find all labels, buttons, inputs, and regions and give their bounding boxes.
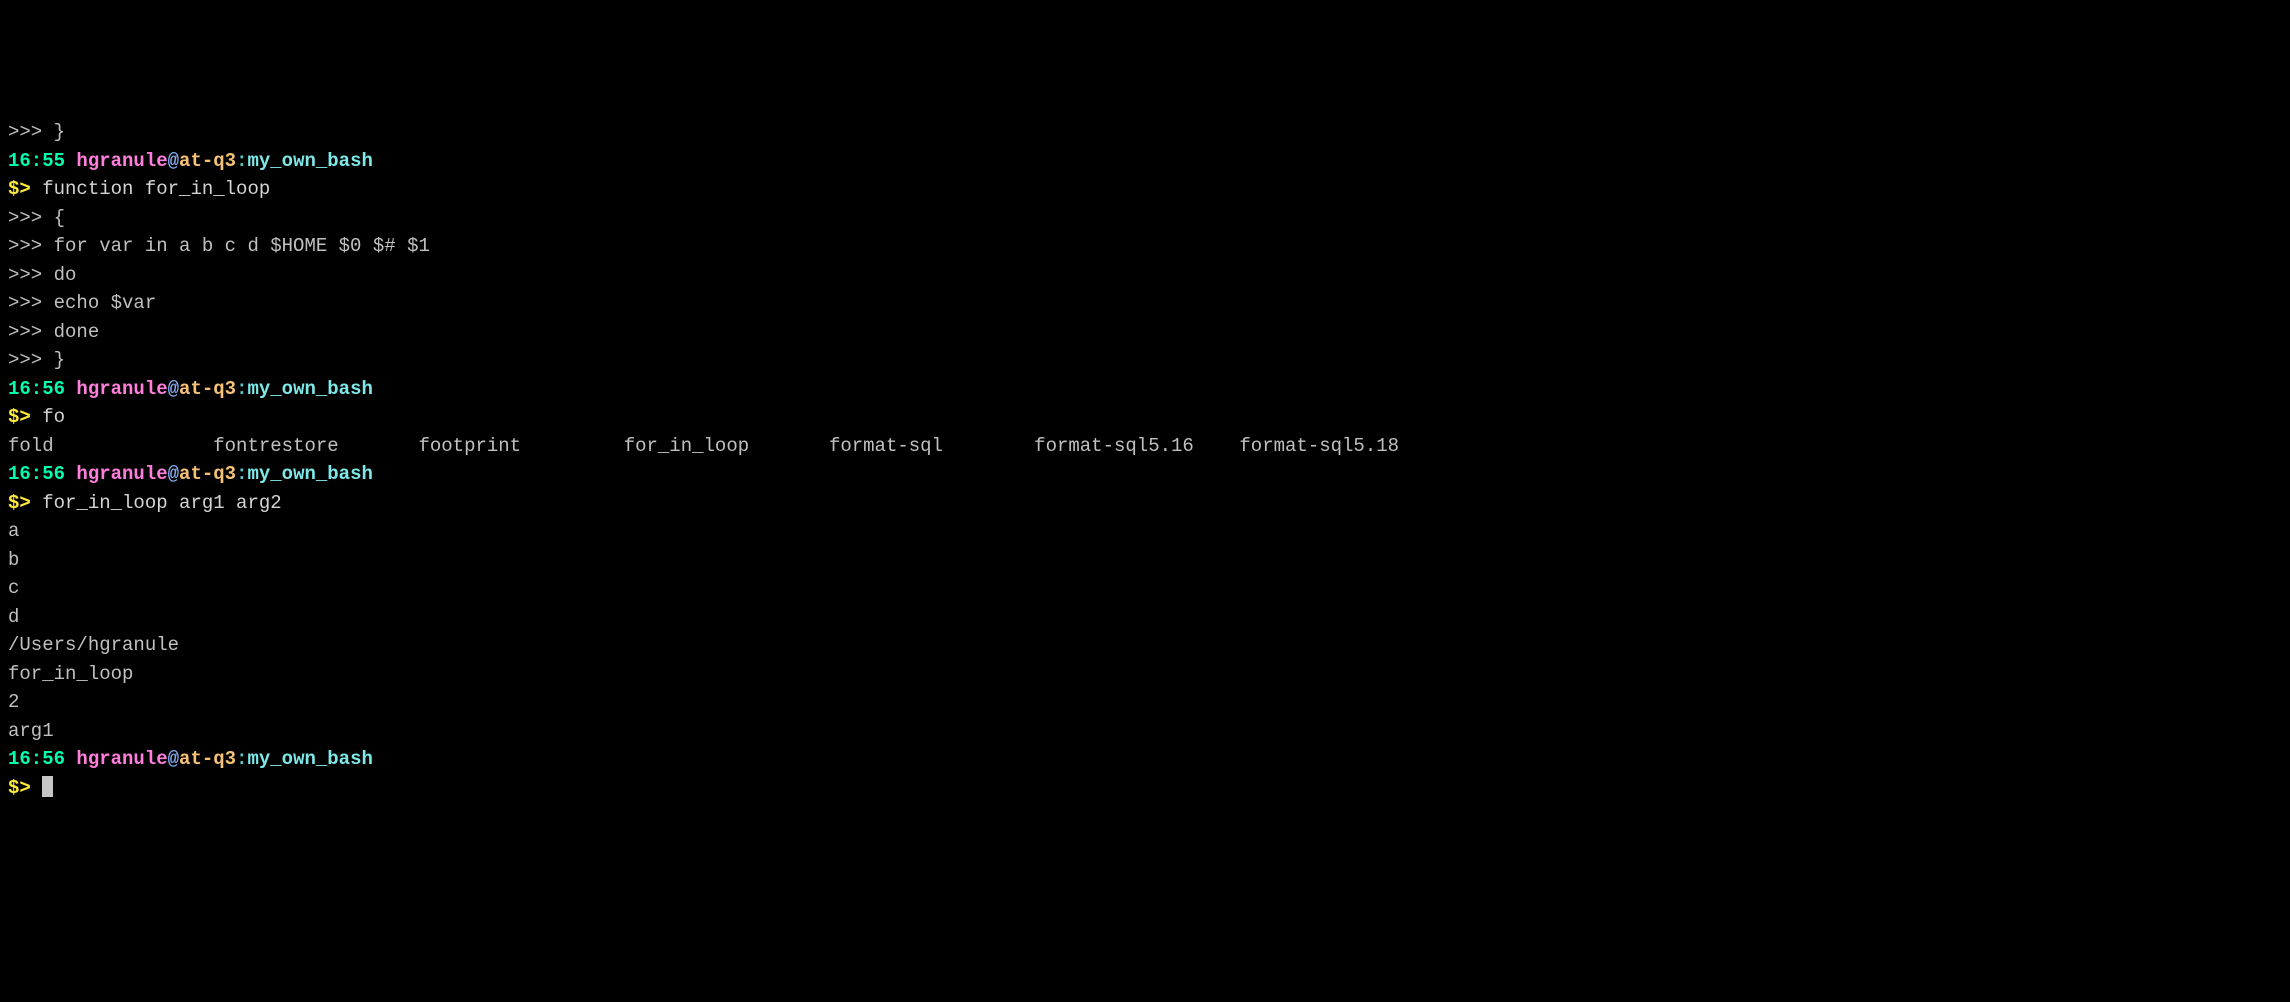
terminal-line: >>> do <box>8 261 2282 290</box>
prompt-path: my_own_bash <box>247 378 372 400</box>
prompt-colon: : <box>236 150 247 172</box>
completion-item: format-sql <box>829 432 1034 461</box>
terminal-line: c <box>8 574 2282 603</box>
continuation-line: >>> } <box>8 121 65 143</box>
terminal-line: 16:55 hgranule@at-q3:my_own_bash <box>8 147 2282 176</box>
prompt-mark: $> <box>8 406 42 428</box>
continuation-line: >>> do <box>8 264 76 286</box>
terminal-line: >>> echo $var <box>8 289 2282 318</box>
terminal-line: $> function for_in_loop <box>8 175 2282 204</box>
output-line: 2 <box>8 691 19 713</box>
prompt-at: @ <box>168 150 179 172</box>
prompt-at: @ <box>168 748 179 770</box>
command-text[interactable]: function for_in_loop <box>42 178 270 200</box>
prompt-host: at-q3 <box>179 463 236 485</box>
prompt-path: my_own_bash <box>247 150 372 172</box>
completion-item: fontrestore <box>213 432 418 461</box>
continuation-line: >>> } <box>8 349 65 371</box>
continuation-line: >>> done <box>8 321 99 343</box>
output-line: a <box>8 520 19 542</box>
completion-item: footprint <box>418 432 623 461</box>
prompt-mark: $> <box>8 178 42 200</box>
tab-completions: fold fontrestore footprint for_in_loop f… <box>8 432 2282 461</box>
terminal-line: >>> done <box>8 318 2282 347</box>
terminal-line: 16:56 hgranule@at-q3:my_own_bash <box>8 375 2282 404</box>
terminal-line: >>> } <box>8 118 2282 147</box>
terminal-line: $> <box>8 774 2282 803</box>
prompt-mark: $> <box>8 492 42 514</box>
continuation-line: >>> for var in a b c d $HOME $0 $# $1 <box>8 235 430 257</box>
terminal-line: /Users/hgranule <box>8 631 2282 660</box>
prompt-user: hgranule <box>76 748 167 770</box>
completion-item: format-sql5.18 <box>1239 432 1399 461</box>
completion-item: fold <box>8 432 213 461</box>
output-line: arg1 <box>8 720 54 742</box>
prompt-time: 16:56 <box>8 463 65 485</box>
terminal-line: >>> } <box>8 346 2282 375</box>
prompt-colon: : <box>236 463 247 485</box>
prompt-time: 16:56 <box>8 748 65 770</box>
prompt-at: @ <box>168 463 179 485</box>
continuation-line: >>> echo $var <box>8 292 156 314</box>
command-text[interactable]: for_in_loop arg1 arg2 <box>42 492 281 514</box>
completion-item: for_in_loop <box>624 432 829 461</box>
prompt-user: hgranule <box>76 150 167 172</box>
prompt-colon: : <box>236 748 247 770</box>
prompt-user: hgranule <box>76 378 167 400</box>
output-line: /Users/hgranule <box>8 634 179 656</box>
prompt-host: at-q3 <box>179 748 236 770</box>
terminal-line: 16:56 hgranule@at-q3:my_own_bash <box>8 745 2282 774</box>
completion-item: format-sql5.16 <box>1034 432 1239 461</box>
prompt-time: 16:56 <box>8 378 65 400</box>
terminal-line: 2 <box>8 688 2282 717</box>
prompt-mark: $> <box>8 777 42 799</box>
terminal-line: $> for_in_loop arg1 arg2 <box>8 489 2282 518</box>
prompt-host: at-q3 <box>179 378 236 400</box>
output-line: c <box>8 577 19 599</box>
cursor[interactable] <box>42 776 53 797</box>
terminal-line: b <box>8 546 2282 575</box>
prompt-path: my_own_bash <box>247 748 372 770</box>
prompt-time: 16:55 <box>8 150 65 172</box>
continuation-line: >>> { <box>8 207 65 229</box>
prompt-colon: : <box>236 378 247 400</box>
command-text[interactable]: fo <box>42 406 65 428</box>
output-line: d <box>8 606 19 628</box>
terminal-line: for_in_loop <box>8 660 2282 689</box>
prompt-at: @ <box>168 378 179 400</box>
terminal-line: a <box>8 517 2282 546</box>
output-line: b <box>8 549 19 571</box>
terminal-line: 16:56 hgranule@at-q3:my_own_bash <box>8 460 2282 489</box>
terminal-line: >>> { <box>8 204 2282 233</box>
prompt-path: my_own_bash <box>247 463 372 485</box>
terminal-line: >>> for var in a b c d $HOME $0 $# $1 <box>8 232 2282 261</box>
terminal-viewport[interactable]: >>> }16:55 hgranule@at-q3:my_own_bash$> … <box>8 118 2282 802</box>
terminal-line: $> fo <box>8 403 2282 432</box>
terminal-line: arg1 <box>8 717 2282 746</box>
terminal-line: d <box>8 603 2282 632</box>
output-line: for_in_loop <box>8 663 133 685</box>
prompt-host: at-q3 <box>179 150 236 172</box>
prompt-user: hgranule <box>76 463 167 485</box>
